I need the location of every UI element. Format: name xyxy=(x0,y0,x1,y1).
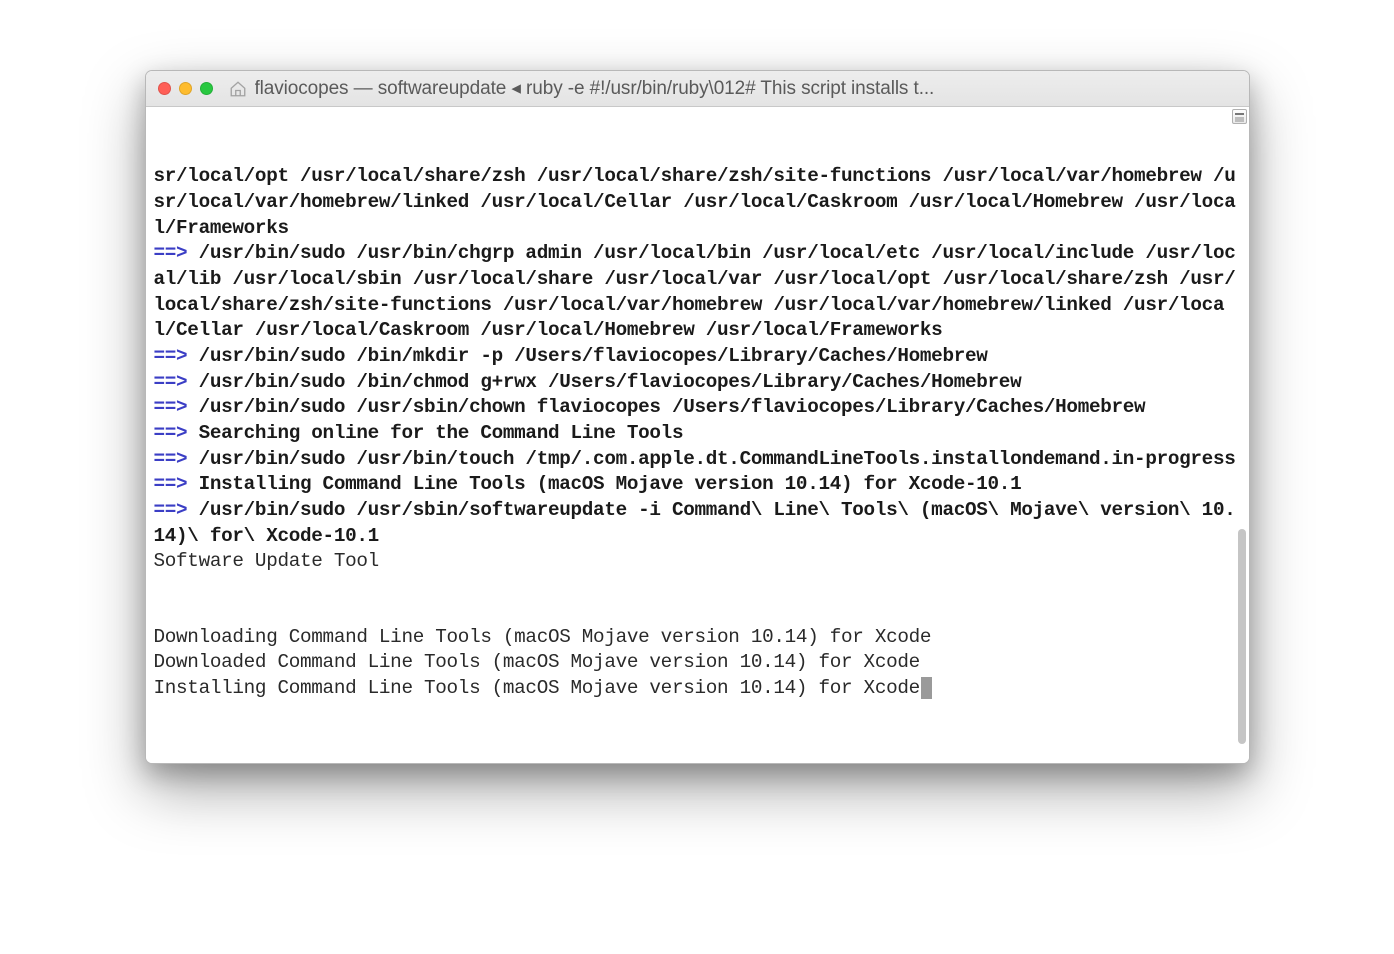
arrow-prefix: ==> xyxy=(154,371,188,393)
terminal-text: /usr/bin/sudo /usr/sbin/softwareupdate -… xyxy=(154,499,1236,547)
terminal-line: ==> /usr/bin/sudo /usr/sbin/softwareupda… xyxy=(154,498,1241,549)
arrow-prefix: ==> xyxy=(154,422,188,444)
arrow-prefix: ==> xyxy=(154,499,188,521)
terminal-text: /usr/bin/sudo /usr/bin/chgrp admin /usr/… xyxy=(154,242,1236,341)
terminal-text: /usr/bin/sudo /bin/chmod g+rwx /Users/fl… xyxy=(187,371,1021,393)
terminal-line: sr/local/opt /usr/local/share/zsh /usr/l… xyxy=(154,164,1241,241)
terminal-text: Installing Command Line Tools (macOS Moj… xyxy=(187,473,1021,495)
terminal-line xyxy=(154,600,1241,625)
terminal-line: ==> Searching online for the Command Lin… xyxy=(154,421,1241,447)
terminal-text: /usr/bin/sudo /usr/bin/touch /tmp/.com.a… xyxy=(187,448,1235,470)
terminal-text: Installing Command Line Tools (macOS Moj… xyxy=(154,677,920,699)
terminal-line: ==> /usr/bin/sudo /usr/sbin/chown flavio… xyxy=(154,395,1241,421)
window-title: flaviocopes — softwareupdate ◂ ruby -e #… xyxy=(255,77,1237,100)
terminal-line: ==> /usr/bin/sudo /usr/bin/chgrp admin /… xyxy=(154,241,1241,344)
terminal-text: Searching online for the Command Line To… xyxy=(187,422,683,444)
terminal-window: flaviocopes — softwareupdate ◂ ruby -e #… xyxy=(145,70,1250,764)
terminal-text: sr/local/opt /usr/local/share/zsh /usr/l… xyxy=(154,165,1236,238)
titlebar[interactable]: flaviocopes — softwareupdate ◂ ruby -e #… xyxy=(146,71,1249,107)
scroll-thumb[interactable] xyxy=(1238,529,1246,744)
terminal-line: ==> /usr/bin/sudo /bin/chmod g+rwx /User… xyxy=(154,370,1241,396)
terminal-line: Software Update Tool xyxy=(154,549,1241,575)
terminal-text: /usr/bin/sudo /bin/mkdir -p /Users/flavi… xyxy=(187,345,987,367)
terminal-output[interactable]: sr/local/opt /usr/local/share/zsh /usr/l… xyxy=(146,107,1249,763)
terminal-line: Installing Command Line Tools (macOS Moj… xyxy=(154,676,1241,702)
terminal-line: Downloaded Command Line Tools (macOS Moj… xyxy=(154,650,1241,676)
close-button[interactable] xyxy=(158,82,171,95)
arrow-prefix: ==> xyxy=(154,396,188,418)
home-icon xyxy=(229,80,247,98)
minimize-button[interactable] xyxy=(179,82,192,95)
terminal-text: Downloaded Command Line Tools (macOS Moj… xyxy=(154,651,920,673)
arrow-prefix: ==> xyxy=(154,242,188,264)
arrow-prefix: ==> xyxy=(154,448,188,470)
terminal-text: /usr/bin/sudo /usr/sbin/chown flaviocope… xyxy=(187,396,1145,418)
traffic-lights xyxy=(158,82,213,95)
terminal-line: ==> /usr/bin/sudo /usr/bin/touch /tmp/.c… xyxy=(154,447,1241,473)
arrow-prefix: ==> xyxy=(154,473,188,495)
terminal-text: Downloading Command Line Tools (macOS Mo… xyxy=(154,626,932,648)
scrollbar[interactable] xyxy=(1232,109,1247,761)
zoom-button[interactable] xyxy=(200,82,213,95)
terminal-text: Software Update Tool xyxy=(154,550,379,572)
arrow-prefix: ==> xyxy=(154,345,188,367)
terminal-line: Downloading Command Line Tools (macOS Mo… xyxy=(154,625,1241,651)
scroll-menu-button[interactable] xyxy=(1232,109,1247,124)
terminal-line xyxy=(154,575,1241,600)
terminal-line: ==> /usr/bin/sudo /bin/mkdir -p /Users/f… xyxy=(154,344,1241,370)
terminal-line: ==> Installing Command Line Tools (macOS… xyxy=(154,472,1241,498)
cursor xyxy=(921,677,932,699)
